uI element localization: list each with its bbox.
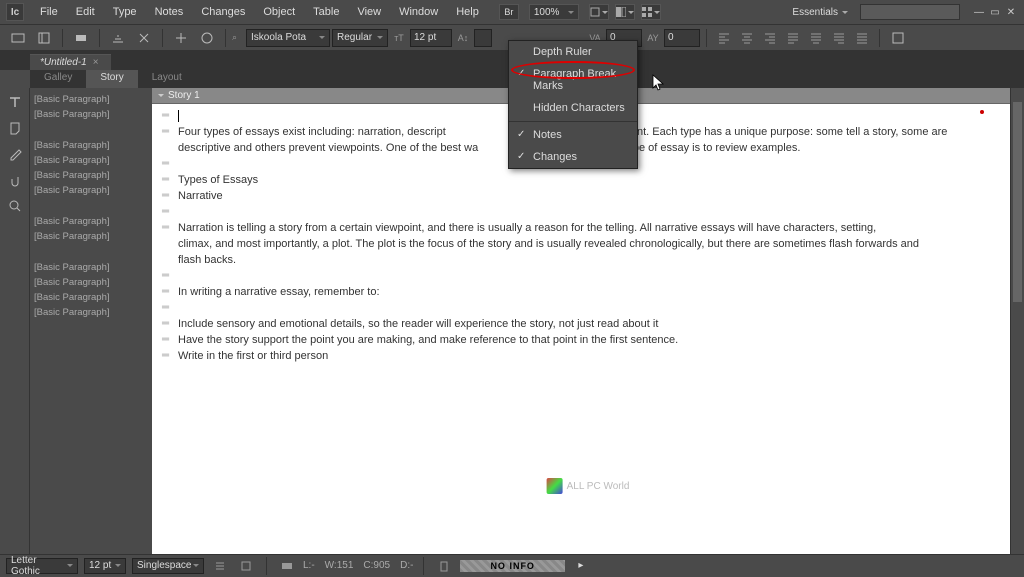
para-style-row[interactable]: [Basic Paragraph] xyxy=(34,168,148,183)
menu-file[interactable]: File xyxy=(32,3,66,21)
para-style-row[interactable]: [Basic Paragraph] xyxy=(34,107,148,122)
search-input[interactable] xyxy=(860,4,960,20)
tool-btn-1[interactable] xyxy=(6,28,30,48)
note-tool-icon[interactable] xyxy=(5,118,25,138)
tool-btn-3[interactable] xyxy=(69,28,93,48)
watermark: ALL PC World xyxy=(547,478,630,494)
workspace-switcher[interactable]: Essentials xyxy=(784,5,856,20)
sb-font-select[interactable]: Letter Gothic xyxy=(6,558,78,574)
para-style-row[interactable]: [Basic Paragraph] xyxy=(34,214,148,229)
sb-icon-2[interactable] xyxy=(236,558,256,574)
menu-bar: File Edit Type Notes Changes Object Tabl… xyxy=(32,3,487,21)
menu-para-break-marks[interactable]: Paragraph Break Marks xyxy=(509,63,637,97)
sb-icon-4[interactable] xyxy=(434,558,454,574)
align-right-button[interactable] xyxy=(759,29,781,47)
close-icon[interactable]: ✕ xyxy=(1004,6,1018,18)
screen-mode-dropdown[interactable] xyxy=(589,4,609,20)
tool-btn-6[interactable] xyxy=(169,28,193,48)
para-style-row[interactable]: [Basic Paragraph] xyxy=(34,290,148,305)
justify-right-button[interactable] xyxy=(828,29,850,47)
para-style-row[interactable]: [Basic Paragraph] xyxy=(34,260,148,275)
tracking-select[interactable]: 0 xyxy=(664,29,700,47)
tab-galley[interactable]: Galley xyxy=(30,70,86,88)
menu-object[interactable]: Object xyxy=(255,3,303,21)
align-group xyxy=(713,29,873,47)
para-style-row[interactable]: [Basic Paragraph] xyxy=(34,153,148,168)
sb-icon-1[interactable] xyxy=(210,558,230,574)
align-center-button[interactable] xyxy=(736,29,758,47)
zoom-tool-icon[interactable] xyxy=(5,196,25,216)
tab-close-icon[interactable]: × xyxy=(93,57,99,68)
tool-btn-5[interactable] xyxy=(132,28,156,48)
paragraph-style-panel: [Basic Paragraph] [Basic Paragraph] [Bas… xyxy=(30,88,152,554)
bridge-icon[interactable]: Br xyxy=(499,4,519,20)
tool-btn-7[interactable] xyxy=(195,28,219,48)
menu-changes[interactable]: Changes xyxy=(193,3,253,21)
hand-tool-icon[interactable] xyxy=(5,170,25,190)
titlebar: Ic File Edit Type Notes Changes Object T… xyxy=(0,0,1024,24)
menu-window[interactable]: Window xyxy=(391,3,446,21)
sb-nav-right[interactable]: ▸ xyxy=(571,558,591,574)
font-style-select[interactable]: Regular xyxy=(332,29,388,47)
justify-center-button[interactable] xyxy=(805,29,827,47)
menu-edit[interactable]: Edit xyxy=(68,3,103,21)
tracking-icon: AY xyxy=(644,29,662,47)
para-style-row[interactable]: [Basic Paragraph] xyxy=(34,183,148,198)
tool-btn-4[interactable] xyxy=(106,28,130,48)
sb-counts: L:- W:151 C:905 D:- xyxy=(303,560,413,571)
menu-type[interactable]: Type xyxy=(105,3,145,21)
sb-size-select[interactable]: 12 pt xyxy=(84,558,126,574)
arrange-dropdown[interactable] xyxy=(615,4,635,20)
tool-btn-extra[interactable] xyxy=(886,28,910,48)
para-style-row[interactable]: [Basic Paragraph] xyxy=(34,229,148,244)
document-tab[interactable]: *Untitled-1 × xyxy=(30,54,111,70)
justify-all-button[interactable] xyxy=(851,29,873,47)
menu-hidden-characters[interactable]: Hidden Characters xyxy=(509,97,637,119)
para-style-row[interactable]: [Basic Paragraph] xyxy=(34,92,148,107)
menu-view[interactable]: View xyxy=(349,3,389,21)
align-left-button[interactable] xyxy=(713,29,735,47)
sb-spacing-select[interactable]: Singlespace xyxy=(132,558,204,574)
zoom-level[interactable]: 100% xyxy=(529,4,579,20)
tab-title: *Untitled-1 xyxy=(40,57,87,68)
scrollbar-thumb[interactable] xyxy=(1013,102,1022,302)
vertical-scrollbar[interactable] xyxy=(1010,88,1024,554)
no-info-label: NO INFO xyxy=(460,560,565,572)
font-size-select[interactable]: 12 pt xyxy=(410,29,452,47)
minimize-icon[interactable]: — xyxy=(972,6,986,18)
font-size-icon: тT xyxy=(390,29,408,47)
para-style-row[interactable]: [Basic Paragraph] xyxy=(34,138,148,153)
menu-table[interactable]: Table xyxy=(305,3,347,21)
view-options-dropdown[interactable] xyxy=(641,4,661,20)
leading-select[interactable] xyxy=(474,29,492,47)
menu-notes[interactable]: Notes xyxy=(147,3,192,21)
tool-column xyxy=(0,88,30,554)
eyedropper-tool-icon[interactable] xyxy=(5,144,25,164)
statusbar: Letter Gothic 12 pt Singlespace L:- W:15… xyxy=(0,554,1024,576)
type-tool-icon[interactable] xyxy=(5,92,25,112)
overset-marker-icon xyxy=(980,110,984,114)
menu-changes[interactable]: Changes xyxy=(509,146,637,168)
maximize-icon[interactable]: ▭ xyxy=(988,6,1002,18)
justify-left-button[interactable] xyxy=(782,29,804,47)
tab-layout[interactable]: Layout xyxy=(138,70,196,88)
tool-btn-2[interactable] xyxy=(32,28,56,48)
menu-notes[interactable]: Notes xyxy=(509,124,637,146)
para-style-row[interactable]: [Basic Paragraph] xyxy=(34,305,148,320)
sb-icon-3[interactable] xyxy=(277,558,297,574)
leading-icon: A↕ xyxy=(454,29,472,47)
story-title: Story 1 xyxy=(168,90,200,101)
app-icon: Ic xyxy=(6,3,24,21)
watermark-icon xyxy=(547,478,563,494)
tab-story[interactable]: Story xyxy=(86,70,137,88)
menu-depth-ruler[interactable]: Depth Ruler xyxy=(509,41,637,63)
menu-help[interactable]: Help xyxy=(448,3,487,21)
font-family-select[interactable]: Iskoola Pota xyxy=(246,29,330,47)
view-options-menu: Depth Ruler Paragraph Break Marks Hidden… xyxy=(508,40,638,169)
para-style-row[interactable]: [Basic Paragraph] xyxy=(34,275,148,290)
